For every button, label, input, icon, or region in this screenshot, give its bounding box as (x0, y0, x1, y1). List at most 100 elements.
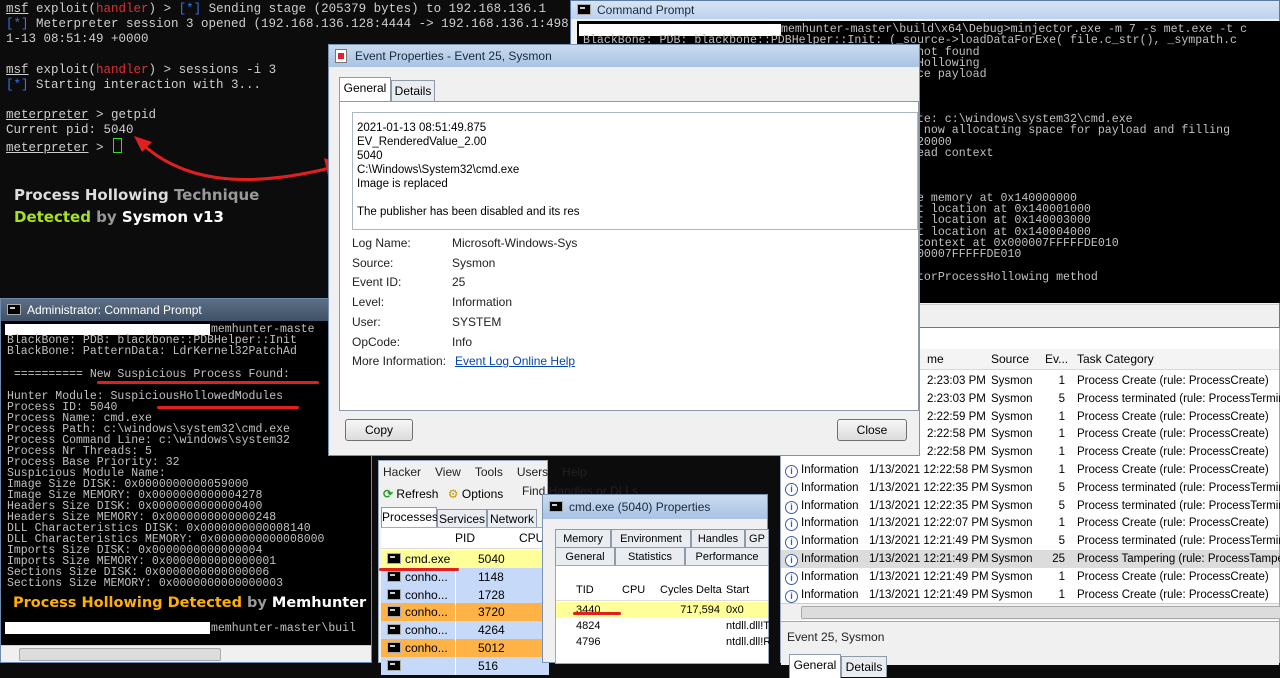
process-list[interactable]: PID CPU cmd.exe 5040 conho... 1148 conho... 1… (381, 527, 549, 675)
pid-cell: 5040 (455, 550, 522, 568)
event-id-cell: 1 (1058, 446, 1065, 459)
col-header-source[interactable]: Source (991, 349, 1029, 369)
level-cell: i Information (785, 497, 859, 515)
process-row[interactable]: conho... 3720 (381, 603, 549, 622)
source-cell: Sysmon (991, 428, 1033, 441)
process-row[interactable]: 516 (381, 656, 549, 675)
msf-line-8[interactable]: meterpreter > (6, 138, 123, 156)
refresh-button[interactable]: Refresh (396, 487, 438, 501)
event-id-cell: 1 (1058, 517, 1065, 530)
menu-view[interactable]: View (435, 465, 461, 479)
cmd-properties-window[interactable]: cmd.exe (5040) Properties Memory Environ… (542, 494, 770, 664)
thread-row[interactable]: 3440 717,594 0x0 (556, 602, 768, 618)
admin-cmd-titlebar[interactable]: Administrator: Command Prompt (1, 299, 371, 321)
tab-general[interactable]: General (555, 547, 615, 565)
tab-details[interactable]: Details (391, 80, 435, 101)
scroll-thumb[interactable] (19, 648, 221, 661)
event-row[interactable]: i Information 1/13/2021 12:21:49 PM Sysmon 1… (781, 568, 1279, 586)
cmd-injector-titlebar[interactable]: Command Prompt (571, 1, 1279, 19)
event-row[interactable]: i Information 1/13/2021 12:22:35 PM Sysmon 5… (781, 497, 1280, 515)
task-category-cell: Process Tampering (rule: ProcessTamperi (1077, 553, 1280, 565)
event-row[interactable]: i Information 1/13/2021 12:22:07 PM Sysmon 1… (781, 514, 1279, 532)
field-label: Log Name: (352, 236, 411, 250)
date-cell: 2:22:58 PM (927, 428, 986, 441)
event-id-cell: 5 (1058, 481, 1065, 494)
event-log-online-help-link[interactable]: Event Log Online Help (455, 354, 575, 368)
annotation-underline (97, 381, 319, 384)
event-list-scrollbar[interactable] (781, 603, 1280, 620)
scroll-thumb[interactable] (801, 606, 1280, 619)
date-cell: 1/13/2021 12:21:49 PM (869, 535, 989, 548)
event-row[interactable]: i Information 1/13/2021 12:21:49 PM Sysmon 2… (781, 550, 1280, 568)
tab-statistics[interactable]: Statistics (615, 547, 685, 565)
process-row[interactable]: conho... 4264 (381, 621, 549, 640)
task-category-cell: Process Create (rule: ProcessCreate) (1077, 570, 1269, 583)
horizontal-scrollbar[interactable] (1, 645, 371, 662)
tab-gpu[interactable]: GP (745, 529, 769, 547)
tab-details[interactable]: Details (841, 656, 887, 677)
tab-general[interactable]: General (339, 77, 391, 101)
msf-line-4: msf exploit(handler) > sessions -i 3 (6, 63, 277, 77)
date-cell: 1/13/2021 12:21:49 PM (869, 570, 989, 583)
process-row[interactable]: conho... 5012 (381, 639, 549, 657)
col-header-task-category[interactable]: Task Category (1077, 349, 1154, 369)
thread-row[interactable]: 4796 ntdll.dll!R (556, 634, 770, 650)
col-header-date[interactable]: me (927, 349, 944, 369)
col-header-pid[interactable]: PID (455, 528, 475, 548)
menu-tools[interactable]: Tools (475, 465, 503, 479)
tab-memory[interactable]: Memory (555, 529, 611, 547)
message-line: EV_RenderedValue_2.00 (357, 136, 487, 148)
level-cell: i Information (785, 532, 859, 550)
field-value: Information (452, 295, 513, 310)
pid-cell: 1728 (455, 585, 522, 604)
pid-cell: 3720 (455, 603, 522, 622)
tab-handles[interactable]: Handles (691, 529, 745, 547)
tab-performance[interactable]: Performance (685, 547, 769, 565)
tab-general[interactable]: General (789, 654, 841, 678)
event-properties-titlebar[interactable]: Event Properties - Event 25, Sysmon (329, 45, 919, 67)
event-properties-dialog[interactable]: Event Properties - Event 25, Sysmon Gene… (328, 44, 920, 456)
admin-cmd-console[interactable]: memhunter-maste BlackBone: PDB: blackbon… (1, 321, 371, 643)
date-cell: 1/13/2021 12:21:49 PM (869, 588, 989, 601)
field-value: Sysmon (452, 255, 496, 270)
event-row[interactable]: i Information 1/13/2021 12:22:58 PM Sysmon 1… (781, 461, 1279, 479)
pid-cell: 1148 (455, 567, 522, 586)
process-row[interactable]: cmd.exe 5040 (381, 550, 549, 568)
col-header-cpu[interactable]: CPU (519, 528, 544, 548)
close-button[interactable]: Close (837, 419, 907, 441)
cmd-properties-titlebar[interactable]: cmd.exe (5040) Properties (543, 495, 767, 519)
col-header-cpu[interactable]: CPU (622, 580, 645, 600)
col-header-event-id[interactable]: Ev... (1045, 349, 1068, 369)
information-icon: i (785, 589, 798, 603)
field-label: Source: (352, 255, 394, 270)
tab-services[interactable]: Services (437, 509, 487, 527)
annotation-underline (379, 568, 459, 571)
options-button[interactable]: Options (462, 487, 503, 501)
date-cell: 1/13/2021 12:21:49 PM (869, 553, 989, 565)
level-cell: i Information (785, 479, 859, 497)
message-line: The publisher has been disabled and its … (357, 206, 580, 218)
event-message-box[interactable]: 2021-01-13 08:51:49.875 EV_RenderedValue… (352, 112, 918, 230)
field-value: 25 (452, 275, 466, 290)
process-name-cell: conho... (387, 586, 455, 604)
tid-cell: 3440 (576, 604, 601, 616)
copy-button[interactable]: Copy (345, 419, 413, 441)
tab-processes[interactable]: Processes (381, 507, 438, 527)
event-row[interactable]: i Information 1/13/2021 12:21:49 PM Sysmon 1… (781, 586, 1279, 604)
menu-hacker[interactable]: Hacker (383, 465, 421, 479)
tab-network[interactable]: Network (487, 509, 537, 527)
event-row[interactable]: i Information 1/13/2021 12:22:35 PM Sysmon 5… (781, 479, 1280, 497)
menu-users[interactable]: Users (517, 465, 548, 479)
menu-help[interactable]: Help (562, 465, 587, 479)
col-header-tid[interactable]: TID (576, 580, 594, 600)
tid-cell: 4824 (576, 620, 601, 632)
col-header-cycles-delta[interactable]: Cycles Delta (660, 580, 722, 600)
admin-cmd-window[interactable]: Administrator: Command Prompt memhunter-… (0, 298, 372, 663)
thread-row[interactable]: 4824 ntdll.dll!T (556, 618, 770, 634)
process-row[interactable]: conho... 1728 (381, 585, 549, 604)
tab-environment[interactable]: Environment (611, 529, 691, 547)
msf-line-7: Current pid: 5040 (6, 123, 134, 137)
annotation-underline (157, 406, 299, 409)
event-row[interactable]: i Information 1/13/2021 12:21:49 PM Sysmon 5… (781, 532, 1280, 550)
process-name-cell: cmd.exe (387, 550, 455, 568)
